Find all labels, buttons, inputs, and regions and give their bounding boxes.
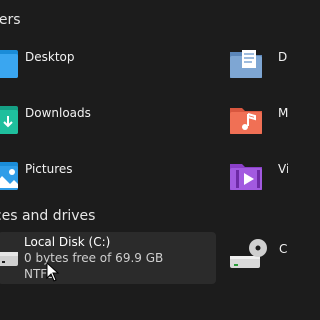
drive-cd[interactable]: C: [228, 234, 288, 274]
folder-documents[interactable]: D: [228, 44, 288, 84]
folder-label: Pictures: [25, 162, 73, 176]
folder-downloads[interactable]: Downloads: [0, 100, 106, 140]
folder-music[interactable]: M: [228, 100, 288, 140]
cd-drive-icon: [230, 239, 267, 268]
folder-label: Downloads: [25, 106, 91, 120]
folder-label: Desktop: [25, 50, 75, 64]
documents-folder-icon: [230, 50, 262, 78]
folder-pictures[interactable]: Pictures: [0, 156, 106, 196]
desktop-folder-icon: [0, 50, 18, 78]
local-disk-icon: [0, 252, 18, 266]
downloads-folder-icon: [0, 106, 18, 134]
folders-section-title: ders: [0, 12, 21, 28]
folder-videos[interactable]: Vi: [228, 156, 288, 196]
folder-label: Vi: [278, 162, 288, 176]
devices-section-title: ices and drives: [0, 208, 96, 224]
drive-name: Local Disk (C:): [24, 235, 111, 249]
mouse-cursor-icon: [46, 262, 60, 282]
drive-local-disk-c[interactable]: Local Disk (C:) 0 bytes free of 69.9 GB …: [0, 232, 216, 284]
music-folder-icon: [230, 108, 262, 134]
this-pc-view: ders Desktop Downloads Pictures: [0, 0, 288, 320]
drive-label: C: [279, 242, 288, 256]
pictures-folder-icon: [0, 162, 18, 190]
folder-label: D: [278, 50, 288, 64]
folder-desktop[interactable]: Desktop: [0, 44, 106, 84]
videos-folder-icon: [230, 164, 262, 190]
drive-free-space: 0 bytes free of 69.9 GB: [24, 251, 164, 265]
folder-label: M: [278, 106, 288, 120]
